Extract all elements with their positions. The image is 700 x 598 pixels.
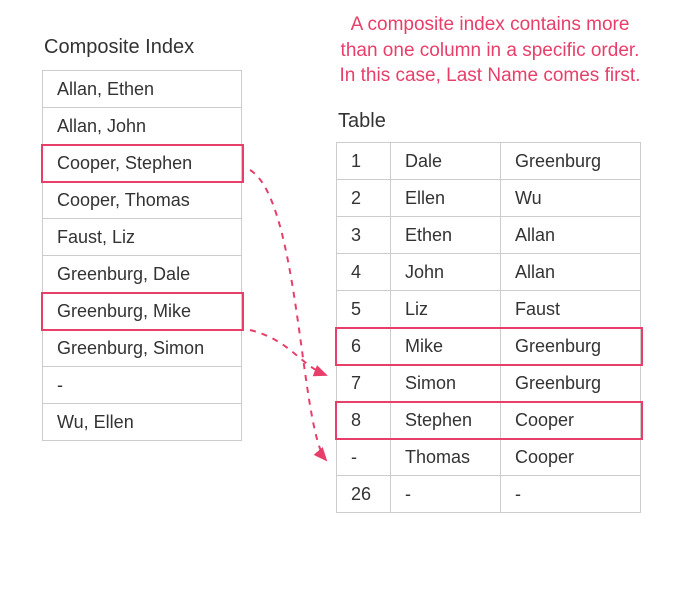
index-cell: Faust, Liz [43, 219, 242, 256]
last-name-cell: Faust [501, 291, 641, 328]
row-id-cell: 5 [337, 291, 391, 328]
first-name-cell: - [391, 476, 501, 513]
index-row: Cooper, Thomas [43, 182, 242, 219]
index-cell: Wu, Ellen [43, 404, 242, 441]
first-name-cell: Mike [391, 328, 501, 365]
table-row: 4 John Allan [337, 254, 641, 291]
row-id-cell: 3 [337, 217, 391, 254]
caption-line3: In this case, Last Name comes first. [310, 63, 670, 89]
first-name-cell: Thomas [391, 439, 501, 476]
last-name-cell: Greenburg [501, 328, 641, 365]
last-name-cell: - [501, 476, 641, 513]
last-name-cell: Cooper [501, 439, 641, 476]
row-id-cell: 6 [337, 328, 391, 365]
first-name-cell: Stephen [391, 402, 501, 439]
table-row: 8 Stephen Cooper [337, 402, 641, 439]
index-cell: Allan, Ethen [43, 71, 242, 108]
diagram-canvas: A composite index contains more than one… [0, 0, 700, 598]
row-id-cell: 7 [337, 365, 391, 402]
row-id-cell: 2 [337, 180, 391, 217]
first-name-cell: Ellen [391, 180, 501, 217]
first-name-cell: Ethen [391, 217, 501, 254]
row-id-cell: 1 [337, 143, 391, 180]
table-row: 2 Ellen Wu [337, 180, 641, 217]
last-name-cell: Wu [501, 180, 641, 217]
index-row: Faust, Liz [43, 219, 242, 256]
index-row: - [43, 367, 242, 404]
table-row: 5 Liz Faust [337, 291, 641, 328]
index-cell: - [43, 367, 242, 404]
index-cell: Cooper, Stephen [43, 145, 242, 182]
index-title: Composite Index [44, 36, 194, 59]
row-id-cell: 8 [337, 402, 391, 439]
first-name-cell: John [391, 254, 501, 291]
index-row: Greenburg, Simon [43, 330, 242, 367]
composite-index-table: Allan, EthenAllan, JohnCooper, StephenCo… [42, 70, 242, 441]
arrow-cooper-stephen [250, 170, 326, 460]
index-row: Greenburg, Mike [43, 293, 242, 330]
first-name-cell: Simon [391, 365, 501, 402]
table-row: 7 Simon Greenburg [337, 365, 641, 402]
index-cell: Greenburg, Mike [43, 293, 242, 330]
caption: A composite index contains more than one… [310, 12, 670, 89]
arrow-greenburg-mike [250, 330, 326, 375]
last-name-cell: Allan [501, 254, 641, 291]
last-name-cell: Greenburg [501, 365, 641, 402]
index-row: Allan, John [43, 108, 242, 145]
index-row: Wu, Ellen [43, 404, 242, 441]
caption-line1: A composite index contains more [310, 12, 670, 38]
index-cell: Greenburg, Simon [43, 330, 242, 367]
data-table: 1 Dale Greenburg 2 Ellen Wu 3 Ethen Alla… [336, 142, 641, 513]
first-name-cell: Liz [391, 291, 501, 328]
row-id-cell: 26 [337, 476, 391, 513]
index-cell: Greenburg, Dale [43, 256, 242, 293]
first-name-cell: Dale [391, 143, 501, 180]
row-id-cell: 4 [337, 254, 391, 291]
index-cell: Cooper, Thomas [43, 182, 242, 219]
table-row: 1 Dale Greenburg [337, 143, 641, 180]
index-cell: Allan, John [43, 108, 242, 145]
index-row: Cooper, Stephen [43, 145, 242, 182]
table-row: 3 Ethen Allan [337, 217, 641, 254]
table-row: 26 - - [337, 476, 641, 513]
index-row: Allan, Ethen [43, 71, 242, 108]
table-row: 6 Mike Greenburg [337, 328, 641, 365]
row-id-cell: - [337, 439, 391, 476]
last-name-cell: Allan [501, 217, 641, 254]
index-row: Greenburg, Dale [43, 256, 242, 293]
table-row: - Thomas Cooper [337, 439, 641, 476]
caption-line2: than one column in a specific order. [310, 38, 670, 64]
last-name-cell: Greenburg [501, 143, 641, 180]
table-title: Table [338, 110, 386, 133]
last-name-cell: Cooper [501, 402, 641, 439]
